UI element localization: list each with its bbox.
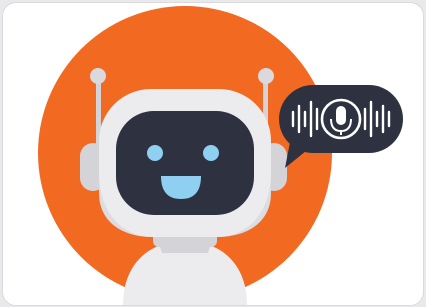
illustration-frame — [2, 2, 424, 306]
face-screen — [116, 111, 254, 215]
speech-bubble — [279, 85, 403, 168]
left-eye — [147, 145, 163, 161]
right-eye — [203, 145, 219, 161]
chatbot-illustration — [38, 6, 403, 305]
